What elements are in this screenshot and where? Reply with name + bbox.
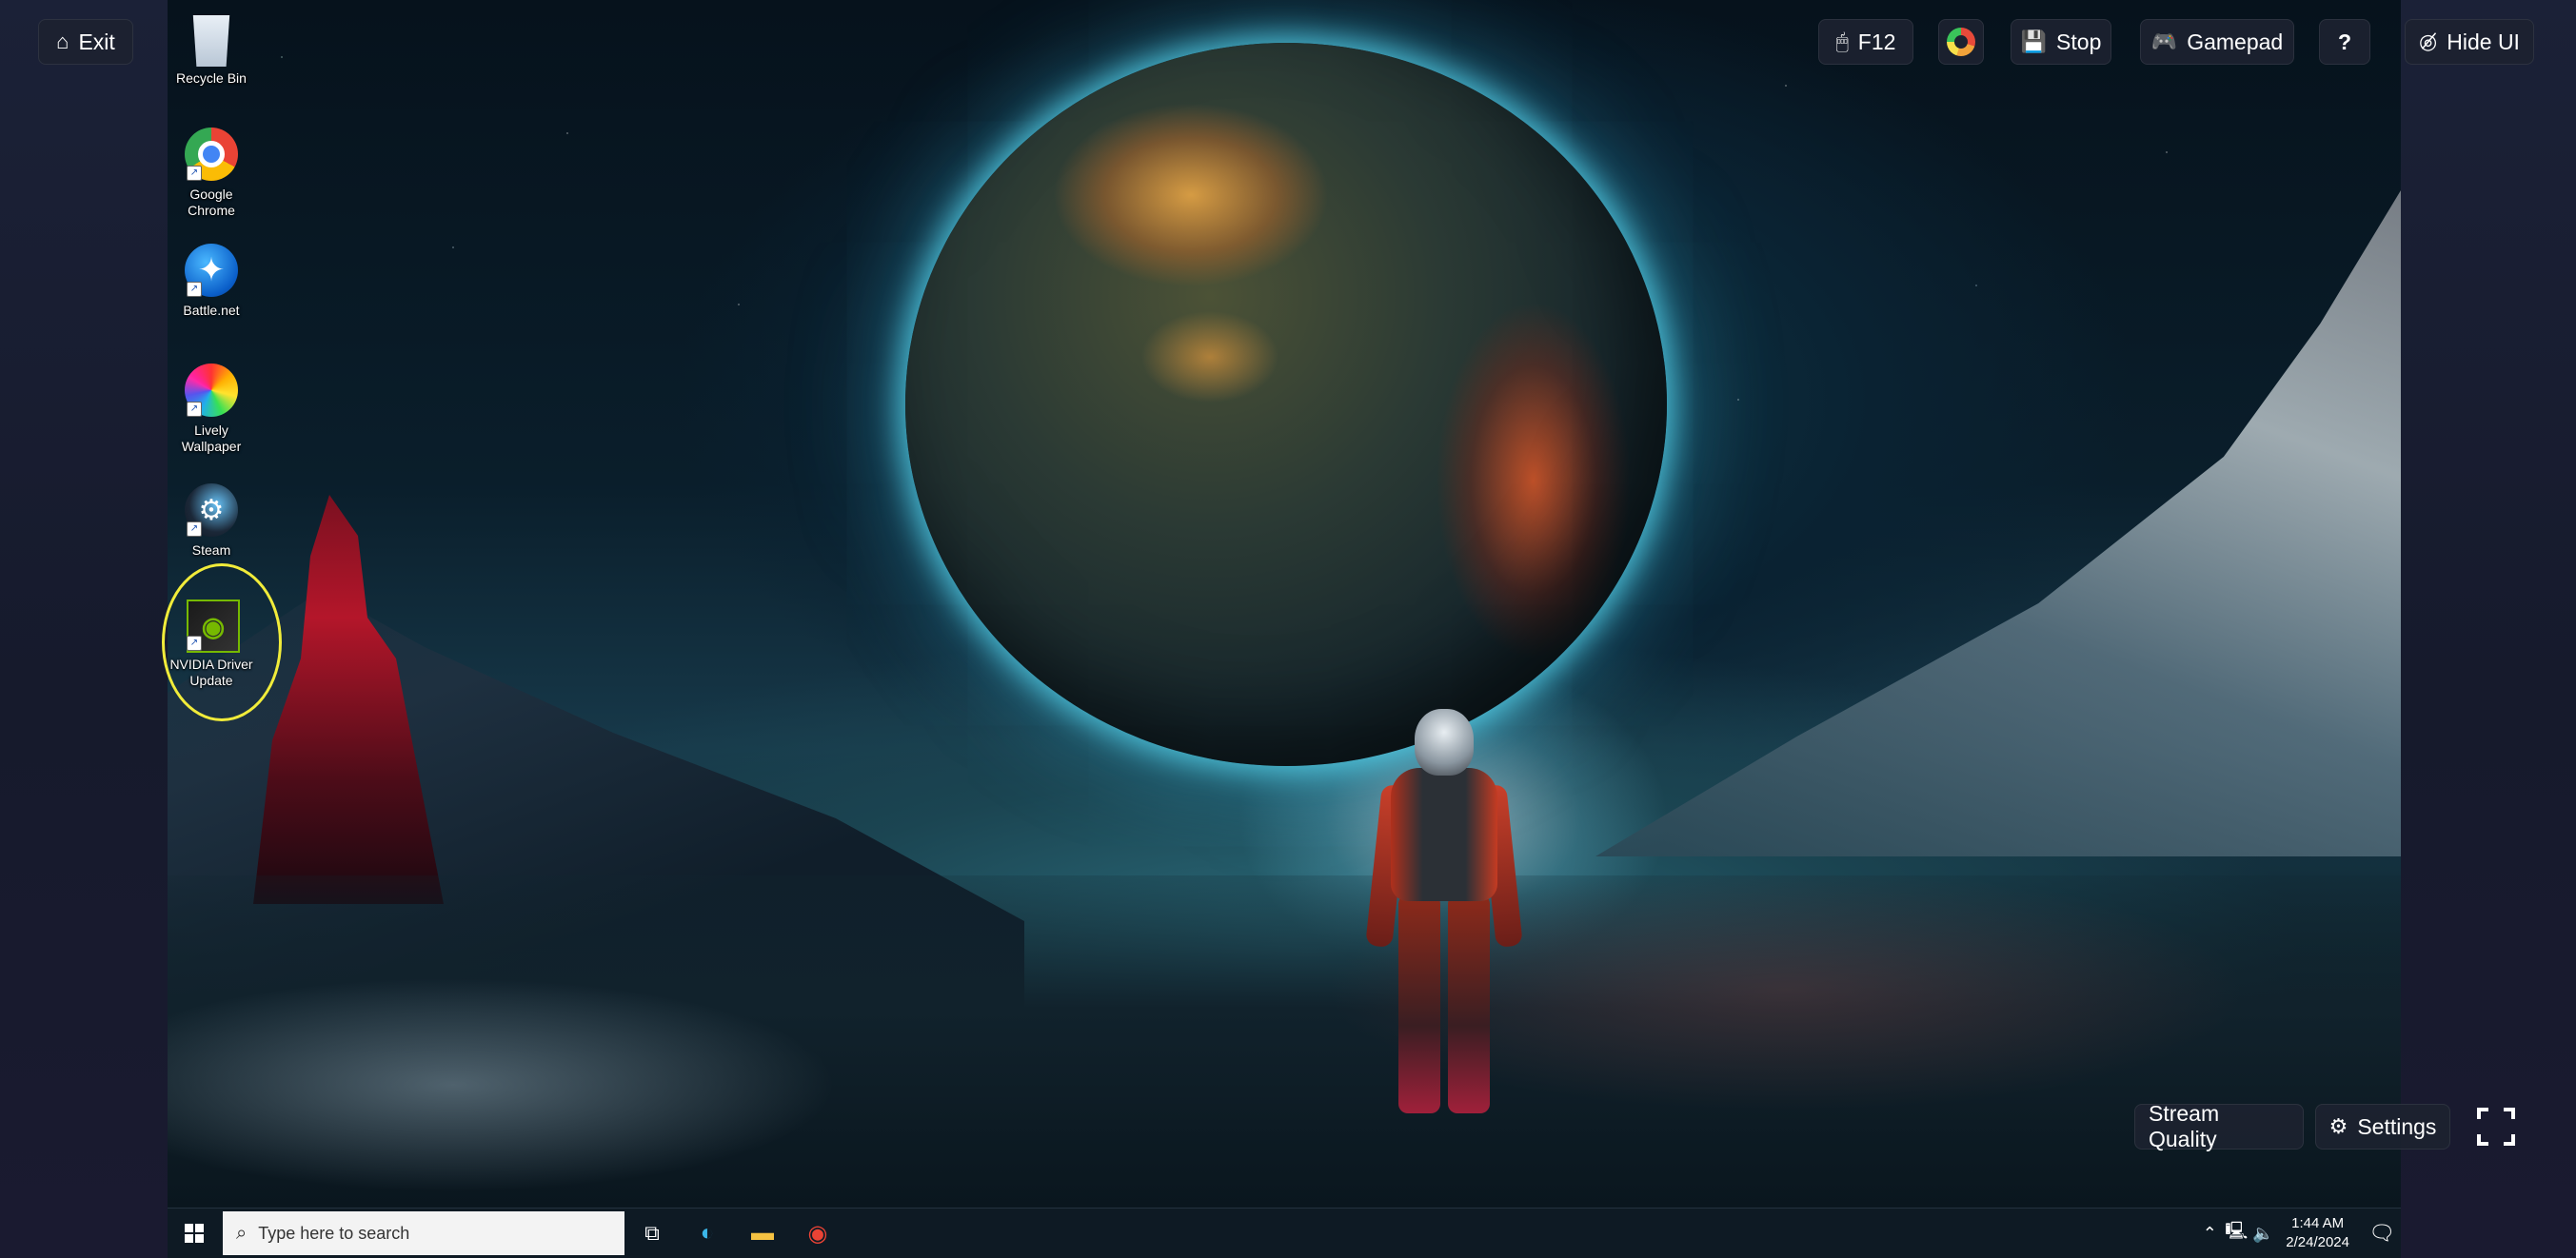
help-button[interactable]: ? — [2319, 19, 2370, 65]
gauge-icon — [1947, 28, 1975, 56]
desktop-icon-label: Google Chrome — [188, 187, 235, 218]
mouse-icon: 🖱 — [1835, 29, 1849, 53]
chrome-icon: ◉ — [807, 1220, 828, 1247]
task-view-icon: ⧉ — [644, 1221, 660, 1245]
clock-time: 1:44 AM — [2291, 1215, 2345, 1231]
taskbar-search-box[interactable]: ⌕ Type here to search — [223, 1211, 624, 1255]
gear-icon: ⚙ — [2328, 1114, 2348, 1138]
gamepad-icon: 🎮 — [2150, 29, 2178, 53]
gamepad-label: Gamepad — [2187, 29, 2284, 54]
start-button[interactable] — [168, 1209, 221, 1258]
gamepad-button[interactable]: 🎮 Gamepad — [2140, 19, 2294, 65]
mouse-key-label: F12 — [1857, 29, 1896, 54]
stop-label: Stop — [2056, 29, 2102, 54]
eye-off-icon: ◎̸ — [2419, 29, 2438, 53]
battlenet-icon: ✦ ↗ — [183, 242, 240, 299]
remote-desktop[interactable]: Recycle Bin ↗ Google Chrome ✦ ↗ Battle.ne… — [168, 0, 2401, 1209]
chrome-icon: ↗ — [183, 126, 240, 183]
taskbar-chrome[interactable]: ◉ — [790, 1209, 845, 1258]
wallpaper-astronaut — [1362, 709, 1524, 1128]
stream-quality-button[interactable]: Stream Quality — [2134, 1101, 2304, 1151]
wallpaper-foreground — [168, 875, 2401, 1209]
desktop-icon-google-chrome[interactable]: ↗ Google Chrome — [168, 126, 255, 219]
clock-date: 2/24/2024 — [2286, 1234, 2349, 1250]
lively-wallpaper-icon: ↗ — [183, 362, 240, 419]
task-view-button[interactable]: ⧉ — [624, 1209, 680, 1258]
desktop-icon-steam[interactable]: ⚙ ↗ Steam — [168, 482, 255, 559]
exit-button[interactable]: ⌂ Exit — [38, 19, 133, 65]
desktop-icon-label: Battle.net — [183, 303, 240, 318]
exit-label: Exit — [78, 29, 115, 54]
settings-label: Settings — [2357, 1113, 2437, 1139]
home-icon: ⌂ — [56, 29, 69, 53]
desktop-icon-label: Recycle Bin — [176, 70, 247, 86]
windows-logo-icon — [185, 1224, 204, 1243]
desktop-icon-lively-wallpaper[interactable]: ↗ Lively Wallpaper — [168, 362, 255, 455]
steam-icon: ⚙ ↗ — [183, 482, 240, 539]
taskbar-clock[interactable]: 1:44 AM 2/24/2024 — [2286, 1214, 2349, 1252]
volume-icon[interactable]: 🔈 — [2249, 1224, 2276, 1244]
windows-taskbar: ⌕ Type here to search ⧉ ◐ ▬ ◉ ⌃ 🖳 🔈 1:44… — [168, 1209, 2401, 1258]
stream-quality-label: Stream Quality — [2149, 1101, 2220, 1151]
folder-icon: ▬ — [751, 1220, 774, 1246]
stop-button[interactable]: 💾 Stop — [2011, 19, 2111, 65]
hide-ui-button[interactable]: ◎̸ Hide UI — [2405, 19, 2534, 65]
taskbar-file-explorer[interactable]: ▬ — [735, 1209, 790, 1258]
taskbar-edge[interactable]: ◐ — [680, 1209, 735, 1258]
hide-ui-label: Hide UI — [2447, 29, 2520, 54]
network-icon[interactable]: 🖳 — [2223, 1219, 2249, 1248]
desktop-icon-label: Steam — [191, 542, 231, 558]
desktop-icon-label: Lively Wallpaper — [181, 423, 242, 454]
mouse-key-button[interactable]: 🖱 F12 — [1818, 19, 1913, 65]
chevron-up-icon[interactable]: ⌃ — [2196, 1224, 2223, 1244]
notification-center-icon[interactable]: 🗨 — [2363, 1221, 2401, 1246]
wallpaper-planet — [905, 43, 1667, 766]
highlight-annotation-circle — [162, 563, 282, 721]
search-placeholder: Type here to search — [258, 1223, 410, 1243]
help-label: ? — [2337, 29, 2352, 54]
edge-icon: ◐ — [700, 1220, 715, 1246]
save-disk-icon: 💾 — [2020, 29, 2048, 53]
stream-stats-button[interactable] — [1938, 19, 1984, 65]
desktop-icon-battlenet[interactable]: ✦ ↗ Battle.net — [168, 242, 255, 319]
search-icon: ⌕ — [236, 1222, 248, 1244]
desktop-icon-recycle-bin[interactable]: Recycle Bin — [168, 10, 255, 87]
recycle-bin-icon — [192, 15, 230, 67]
settings-button[interactable]: ⚙ Settings — [2315, 1104, 2450, 1150]
fullscreen-button[interactable] — [2477, 1108, 2515, 1146]
fullscreen-icon — [2477, 1108, 2488, 1119]
system-tray: ⌃ 🖳 🔈 1:44 AM 2/24/2024 🗨 — [2196, 1209, 2401, 1258]
